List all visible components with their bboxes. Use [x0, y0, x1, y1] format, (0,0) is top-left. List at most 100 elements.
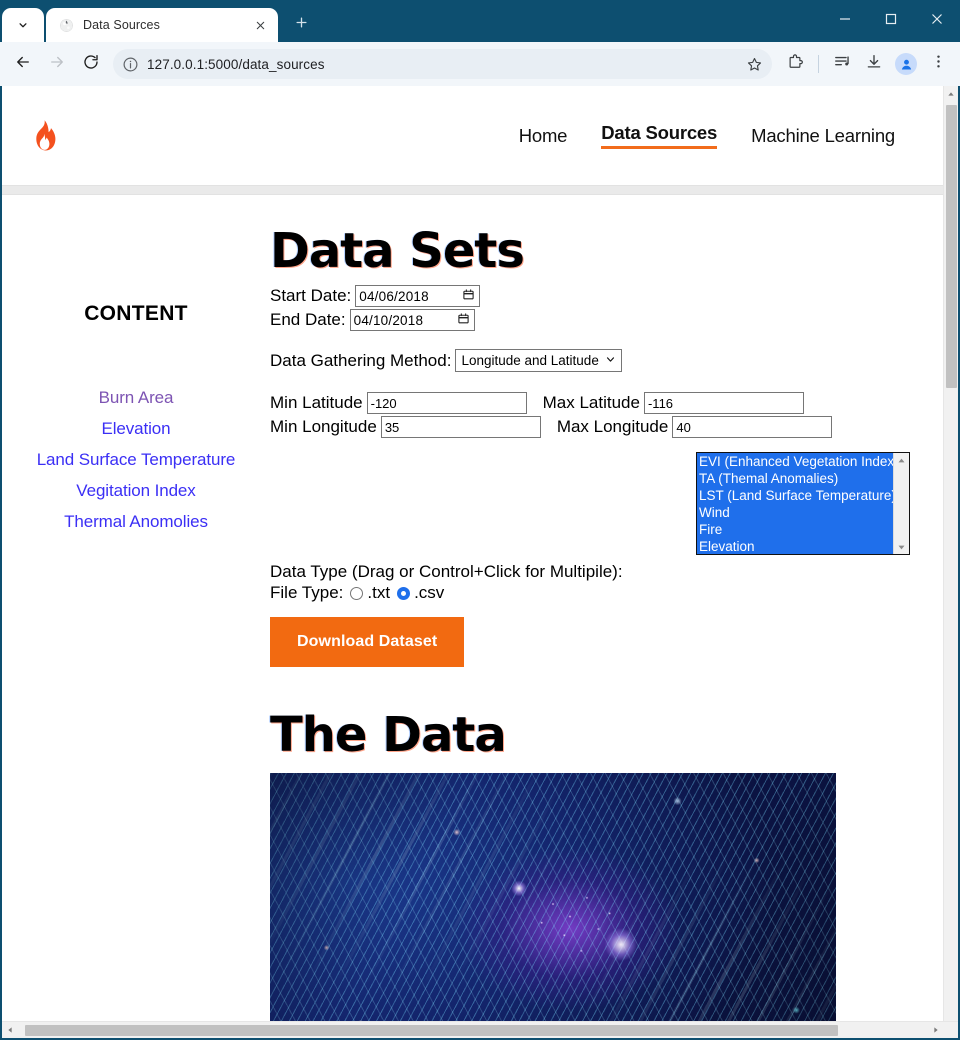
end-date-input[interactable]: 04/10/2018: [349, 309, 475, 331]
sidebar-item-vegitation-index[interactable]: Vegitation Index: [2, 481, 270, 501]
nav-link-machine-learning[interactable]: Machine Learning: [751, 125, 895, 147]
calendar-icon[interactable]: [457, 310, 470, 330]
profile-button[interactable]: [891, 49, 921, 79]
scrollbar-corner: [943, 1022, 958, 1038]
vertical-scrollbar[interactable]: [943, 86, 958, 1021]
sidebar-item-burn-area[interactable]: Burn Area: [2, 388, 270, 408]
puzzle-piece-icon: [786, 53, 804, 76]
main-content: Data Sets Start Date: 04/06/2018 End Dat…: [270, 195, 943, 1021]
window-controls: [822, 0, 960, 42]
data-type-option[interactable]: Wind: [697, 504, 893, 521]
tab-search-button[interactable]: [2, 8, 44, 42]
content-sidebar: CONTENT Burn Area Elevation Land Surface…: [2, 195, 270, 1021]
sidebar-item-elevation[interactable]: Elevation: [2, 419, 270, 439]
site-nav: Home Data Sources Machine Learning: [519, 122, 895, 149]
sidebar-item-thermal-anomolies[interactable]: Thermal Anomolies: [2, 512, 270, 532]
scroll-right-icon[interactable]: [928, 1023, 943, 1038]
scroll-area: Home Data Sources Machine Learning CONTE…: [2, 86, 958, 1021]
latitude-row: Min Latitude Max Latitude: [270, 392, 923, 414]
plus-icon: [294, 15, 309, 35]
header-divider: [2, 185, 943, 195]
file-type-csv-label[interactable]: .csv: [414, 583, 444, 603]
vertical-scroll-track[interactable]: [944, 101, 959, 1021]
horizontal-scroll-track[interactable]: [17, 1023, 928, 1038]
maximize-button[interactable]: [868, 0, 914, 42]
page-title: Data Sets: [270, 223, 525, 279]
min-latitude-label: Min Latitude: [270, 393, 363, 412]
scroll-down-icon[interactable]: [897, 540, 906, 554]
data-type-option-list: EVI (Enhanced Vegetation Index) TA (Them…: [697, 453, 893, 554]
gather-method-row: Data Gathering Method: Longitude and Lat…: [270, 349, 923, 372]
extensions-button[interactable]: [780, 49, 810, 79]
url-text[interactable]: 127.0.0.1:5000/data_sources: [143, 57, 740, 72]
horizontal-scrollbar[interactable]: [2, 1021, 958, 1038]
back-arrow-icon: [14, 53, 32, 76]
data-type-option[interactable]: EVI (Enhanced Vegetation Index): [697, 453, 893, 470]
sidebar-link-list: Burn Area Elevation Land Surface Tempera…: [2, 388, 270, 532]
start-date-value: 04/06/2018: [359, 288, 429, 304]
sidebar-heading: CONTENT: [84, 302, 188, 325]
end-date-row: End Date: 04/10/2018: [270, 309, 923, 331]
data-type-option[interactable]: Elevation: [697, 538, 893, 554]
vertical-scroll-thumb[interactable]: [945, 105, 957, 388]
the-data-heading: The Data: [270, 707, 507, 763]
data-type-multiselect[interactable]: EVI (Enhanced Vegetation Index) TA (Them…: [696, 452, 910, 555]
info-circle-icon[interactable]: [117, 51, 143, 77]
file-type-csv-radio[interactable]: [397, 586, 411, 600]
flame-icon[interactable]: [24, 115, 64, 157]
nav-link-home[interactable]: Home: [519, 125, 568, 147]
data-type-option[interactable]: TA (Themal Anomalies): [697, 470, 893, 487]
min-latitude-input[interactable]: [366, 392, 527, 414]
min-longitude-input[interactable]: [380, 416, 541, 438]
globe-icon: [58, 17, 74, 33]
start-date-row: Start Date: 04/06/2018: [270, 285, 923, 307]
address-bar[interactable]: 127.0.0.1:5000/data_sources: [113, 49, 772, 79]
data-type-option[interactable]: Fire: [697, 521, 893, 538]
browser-tab[interactable]: Data Sources: [46, 8, 278, 42]
page-body: CONTENT Burn Area Elevation Land Surface…: [2, 195, 943, 1021]
toolbar-divider: [818, 55, 819, 73]
tab-strip: Data Sources: [0, 0, 960, 42]
new-tab-button[interactable]: [286, 10, 316, 40]
browser-window: Data Sources 127.0.0.1:5000/data_sources…: [0, 0, 960, 1040]
data-type-option[interactable]: LST (Land Surface Temperature): [697, 487, 893, 504]
data-visualization-image: [270, 773, 836, 1021]
media-control-button[interactable]: [827, 49, 857, 79]
multiselect-scrollbar[interactable]: [893, 453, 909, 554]
maximize-icon: [885, 12, 897, 30]
browser-menu-button[interactable]: [923, 49, 953, 79]
file-type-txt-radio[interactable]: [350, 586, 364, 600]
forward-arrow-icon: [48, 53, 66, 76]
close-icon[interactable]: [250, 15, 270, 35]
max-longitude-input[interactable]: [672, 416, 833, 438]
minimize-button[interactable]: [822, 0, 868, 42]
back-button[interactable]: [7, 48, 39, 80]
start-date-label: Start Date:: [270, 286, 352, 305]
media-playlist-icon: [833, 52, 852, 76]
scroll-up-icon[interactable]: [897, 453, 906, 467]
site-header: Home Data Sources Machine Learning: [2, 86, 943, 185]
scroll-left-icon[interactable]: [2, 1023, 17, 1038]
start-date-input[interactable]: 04/06/2018: [355, 285, 481, 307]
gather-method-value: Longitude and Latitude: [461, 353, 599, 368]
max-longitude-label: Max Longitude: [556, 417, 669, 436]
three-dot-menu-icon: [930, 53, 947, 75]
file-type-label: File Type:: [270, 583, 344, 602]
reload-icon: [82, 53, 100, 76]
file-type-txt-label[interactable]: .txt: [367, 583, 390, 603]
calendar-icon[interactable]: [462, 286, 475, 306]
download-dataset-button[interactable]: Download Dataset: [270, 617, 465, 667]
downloads-button[interactable]: [859, 49, 889, 79]
window-close-button[interactable]: [914, 0, 960, 42]
reload-button[interactable]: [75, 48, 107, 80]
gather-method-select[interactable]: Longitude and Latitude: [455, 349, 622, 372]
star-icon[interactable]: [740, 50, 768, 78]
file-type-row: File Type: .txt .csv: [270, 583, 923, 603]
sidebar-item-land-surface-temperature[interactable]: Land Surface Temperature: [2, 450, 270, 470]
web-page: Home Data Sources Machine Learning CONTE…: [2, 86, 943, 1021]
scroll-up-icon[interactable]: [944, 86, 959, 101]
forward-button[interactable]: [41, 48, 73, 80]
max-latitude-input[interactable]: [643, 392, 804, 414]
nav-link-data-sources[interactable]: Data Sources: [601, 122, 717, 149]
horizontal-scroll-thumb[interactable]: [25, 1024, 838, 1036]
